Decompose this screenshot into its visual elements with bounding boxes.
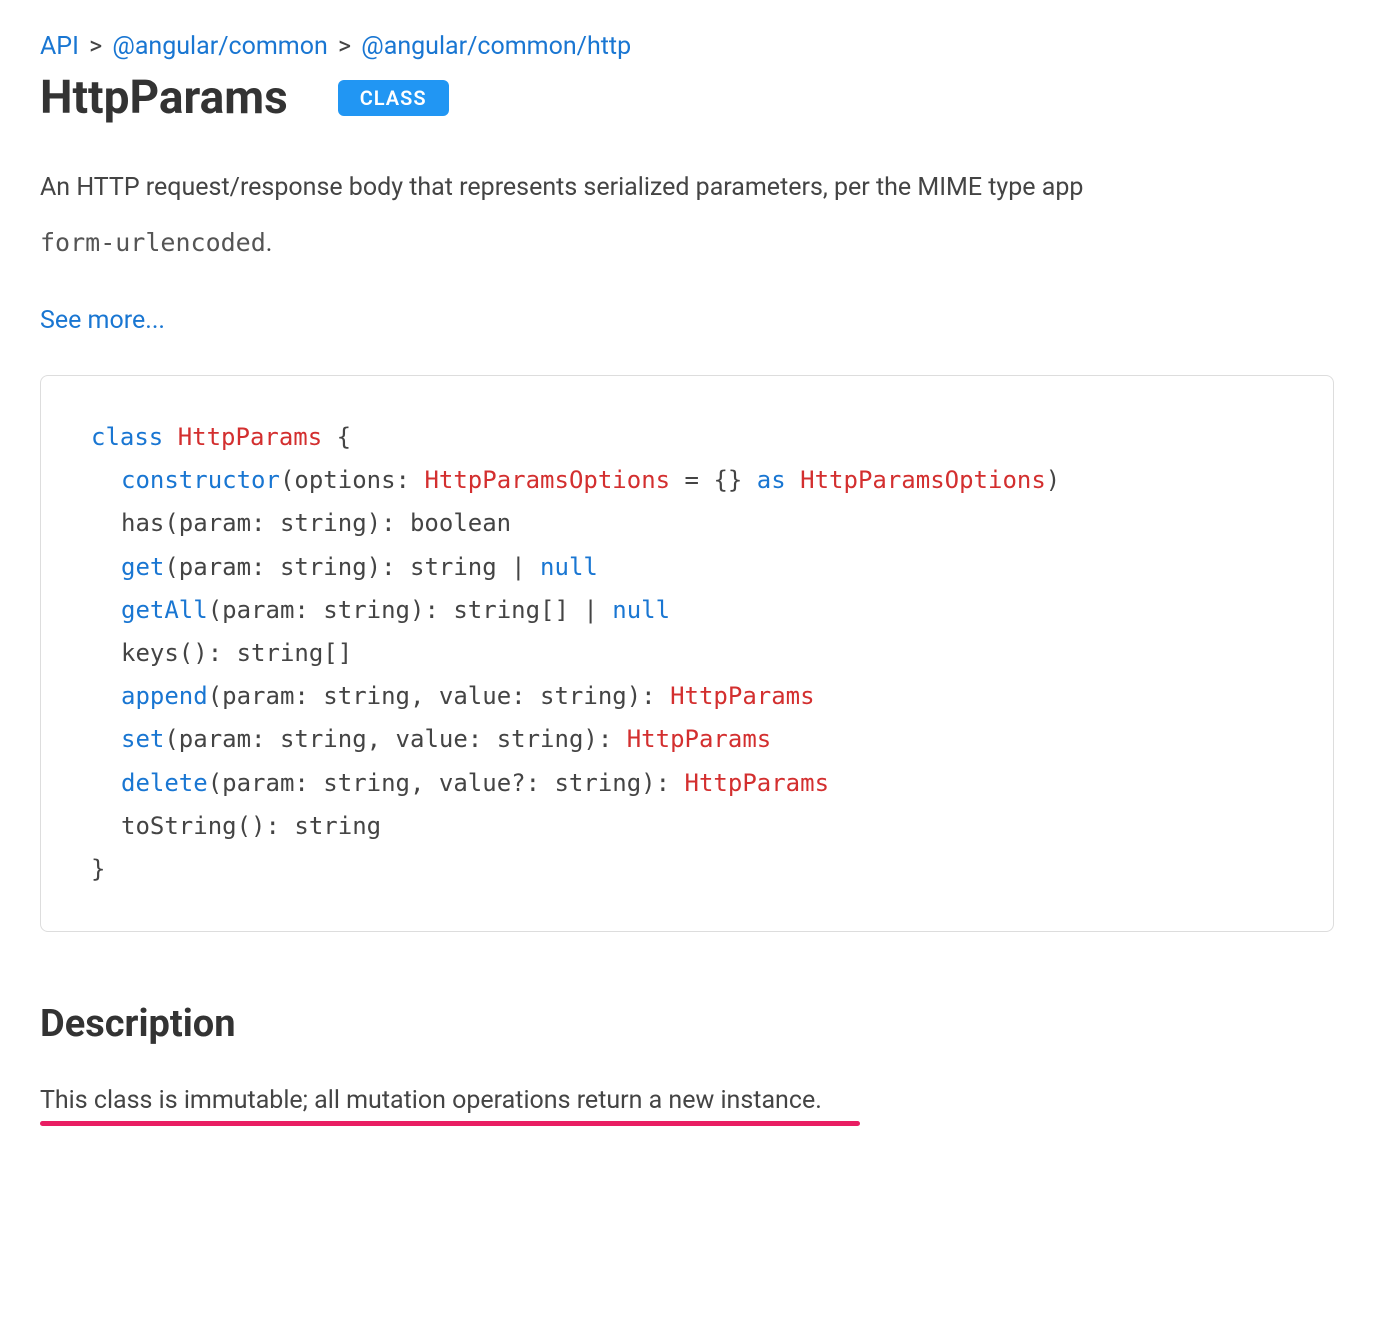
code-line: delete(param: string, value?: string): H… [91, 762, 1283, 805]
class-signature-code: class HttpParams { constructor(options: … [40, 375, 1334, 932]
type-name[interactable]: HttpParamsOptions [424, 466, 670, 494]
code-text: (param: string): string[] | [208, 596, 613, 624]
description-text: This class is immutable; all mutation op… [40, 1086, 1334, 1115]
highlight-underline [40, 1121, 860, 1126]
intro-suffix: . [266, 229, 273, 258]
code-text: ) [1046, 466, 1060, 494]
code-text: (options: [280, 466, 425, 494]
code-line: append(param: string, value: string): Ht… [91, 675, 1283, 718]
class-badge: CLASS [338, 80, 449, 116]
breadcrumb-link-common[interactable]: @angular/common [112, 32, 327, 61]
keyword-as: as [757, 466, 786, 494]
code-line: has(param: string): boolean [91, 502, 1283, 545]
type-name[interactable]: HttpParams [685, 769, 830, 797]
type-name: HttpParams [178, 423, 323, 451]
code-text: (param: string, value: string): [164, 725, 626, 753]
code-line: class HttpParams { [91, 416, 1283, 459]
fn-tostring[interactable]: toString(): string [121, 812, 381, 840]
type-name[interactable]: HttpParamsOptions [800, 466, 1046, 494]
code-text: (param: string, value?: string): [208, 769, 685, 797]
keyword-class: class [91, 423, 163, 451]
type-name[interactable]: HttpParams [670, 682, 815, 710]
fn-append[interactable]: append [121, 682, 208, 710]
intro-paragraph: An HTTP request/response body that repre… [40, 165, 1334, 210]
type-name[interactable]: HttpParams [627, 725, 772, 753]
brace-close: } [91, 855, 105, 883]
title-row: HttpParams CLASS [40, 71, 1334, 125]
breadcrumb-separator: > [89, 32, 102, 61]
breadcrumb-separator: > [338, 32, 351, 61]
code-line: set(param: string, value: string): HttpP… [91, 718, 1283, 761]
code-text: (param: string, value: string): [208, 682, 670, 710]
code-line: keys(): string[] [91, 632, 1283, 675]
see-more-link[interactable]: See more... [40, 306, 165, 335]
breadcrumb: API > @angular/common > @angular/common/… [40, 32, 1334, 61]
code-line: get(param: string): string | null [91, 546, 1283, 589]
code-text: = {} [670, 466, 757, 494]
intro-text: An HTTP request/response body that repre… [40, 173, 1083, 202]
fn-get[interactable]: get [121, 553, 164, 581]
breadcrumb-link-http[interactable]: @angular/common/http [361, 32, 631, 61]
code-text: (param: string): string | [164, 553, 540, 581]
literal-null: null [612, 596, 670, 624]
fn-has[interactable]: has(param: string): boolean [121, 509, 511, 537]
breadcrumb-link-api[interactable]: API [40, 32, 79, 61]
page-title: HttpParams [40, 71, 288, 125]
fn-set[interactable]: set [121, 725, 164, 753]
code-line: } [91, 848, 1283, 891]
fn-constructor[interactable]: constructor [121, 466, 280, 494]
brace: { [322, 423, 351, 451]
literal-null: null [540, 553, 598, 581]
space [786, 466, 800, 494]
code-line: constructor(options: HttpParamsOptions =… [91, 459, 1283, 502]
doc-page: API > @angular/common > @angular/common/… [0, 0, 1374, 1186]
code-line: getAll(param: string): string[] | null [91, 589, 1283, 632]
code-line: toString(): string [91, 805, 1283, 848]
intro-paragraph-code: form-urlencoded. [40, 220, 1334, 266]
fn-keys[interactable]: keys(): string[] [121, 639, 352, 667]
intro-code: form-urlencoded [40, 228, 266, 257]
description-heading: Description [40, 1002, 1334, 1046]
fn-delete[interactable]: delete [121, 769, 208, 797]
fn-getall[interactable]: getAll [121, 596, 208, 624]
